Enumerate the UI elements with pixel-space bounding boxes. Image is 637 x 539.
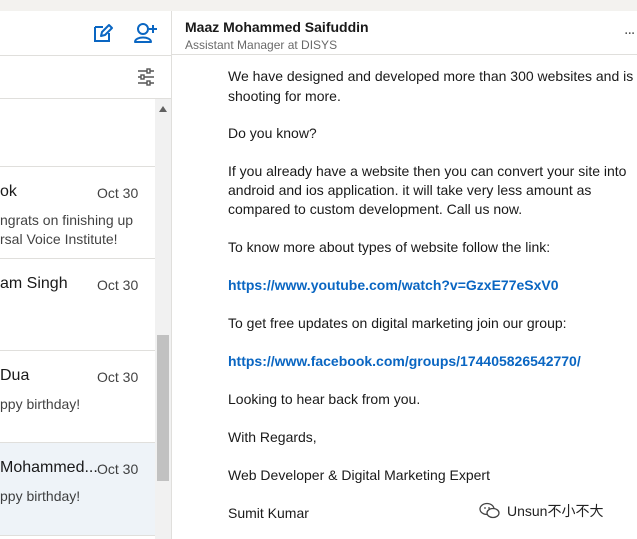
conversation-row[interactable]: Dua Oct 30 ppy birthday!	[0, 351, 155, 443]
message-line: With Regards,	[228, 429, 317, 445]
message-line: Do you know?	[228, 125, 317, 141]
youtube-link[interactable]: https://www.youtube.com/watch?v=GzxE77eS…	[228, 276, 559, 295]
compose-button[interactable]	[90, 20, 116, 46]
conversation-date: Oct 30	[97, 369, 139, 385]
conversation-row[interactable]: am Singh Oct 30	[0, 259, 155, 351]
conversation-list-pane: ok Oct 30 ngrats on finishing up rsal Vo…	[0, 11, 172, 539]
message-line: To get free updates on digital marketing…	[228, 315, 567, 331]
search-input[interactable]	[0, 64, 134, 90]
snippet-line: ppy birthday!	[0, 488, 81, 504]
conversation-name: am Singh	[0, 275, 68, 292]
snippet-line: ppy birthday!	[0, 396, 81, 412]
message-line: compared to custom development. Call us …	[228, 201, 523, 217]
conversation-date: Oct 30	[97, 185, 139, 201]
conversation-header: Maaz Mohammed Saifuddin Assistant Manage…	[172, 11, 637, 55]
conversation-row[interactable]	[0, 99, 155, 167]
conversation-date: Oct 30	[97, 277, 139, 293]
snippet-line: rsal Voice Institute!	[0, 231, 118, 247]
message-line: Sumit Kumar	[228, 505, 309, 521]
conversation-snippet: ppy birthday!	[0, 487, 80, 506]
message-line: android and ios application. it will tak…	[228, 182, 592, 198]
compose-icon	[94, 24, 113, 42]
facebook-group-link[interactable]: https://www.facebook.com/groups/17440582…	[228, 352, 581, 371]
conversation-snippet: ppy birthday!	[0, 395, 80, 414]
message-line: Looking to hear back from you.	[228, 391, 421, 407]
filter-icon	[138, 68, 154, 86]
contact-name[interactable]: Maaz Mohammed Saifuddin	[185, 19, 369, 35]
conversation-row-selected[interactable]: Mohammed... Oct 30 ppy birthday!	[0, 443, 155, 536]
filter-button[interactable]	[136, 67, 156, 87]
snippet-line: ngrats on finishing up	[0, 212, 134, 228]
wechat-logo-icon	[479, 502, 500, 519]
search-bar	[0, 56, 171, 99]
conversation-pane: Maaz Mohammed Saifuddin Assistant Manage…	[172, 11, 637, 539]
more-options-icon[interactable]: ...	[624, 21, 635, 39]
conversation-name: Mohammed...	[0, 459, 98, 476]
conversation-date: Oct 30	[97, 461, 139, 477]
message-line: shooting for more.	[228, 88, 341, 104]
conversation-list: ok Oct 30 ngrats on finishing up rsal Vo…	[0, 99, 155, 539]
watermark-text: Unsun不小不大	[507, 503, 604, 519]
conversation-snippet: ngrats on finishing up rsal Voice Instit…	[0, 211, 133, 249]
message-line: Web Developer & Digital Marketing Expert	[228, 467, 490, 483]
list-scrollbar[interactable]	[155, 99, 171, 539]
message-line: If you already have a website then you c…	[228, 163, 627, 179]
conversation-name: ok	[0, 183, 17, 200]
watermark: Unsun不小不大	[479, 500, 603, 522]
add-contact-icon	[134, 23, 157, 43]
new-contact-button[interactable]	[133, 20, 159, 46]
contact-title: Assistant Manager at DISYS	[185, 38, 338, 52]
messaging-header	[0, 11, 171, 56]
scroll-thumb[interactable]	[157, 335, 169, 481]
conversation-name: Dua	[0, 367, 30, 384]
message-line: To know more about types of website foll…	[228, 239, 551, 255]
message-line: We have designed and developed more than…	[228, 68, 634, 84]
scroll-up-arrow[interactable]	[159, 106, 167, 112]
conversation-row[interactable]: ok Oct 30 ngrats on finishing up rsal Vo…	[0, 167, 155, 259]
